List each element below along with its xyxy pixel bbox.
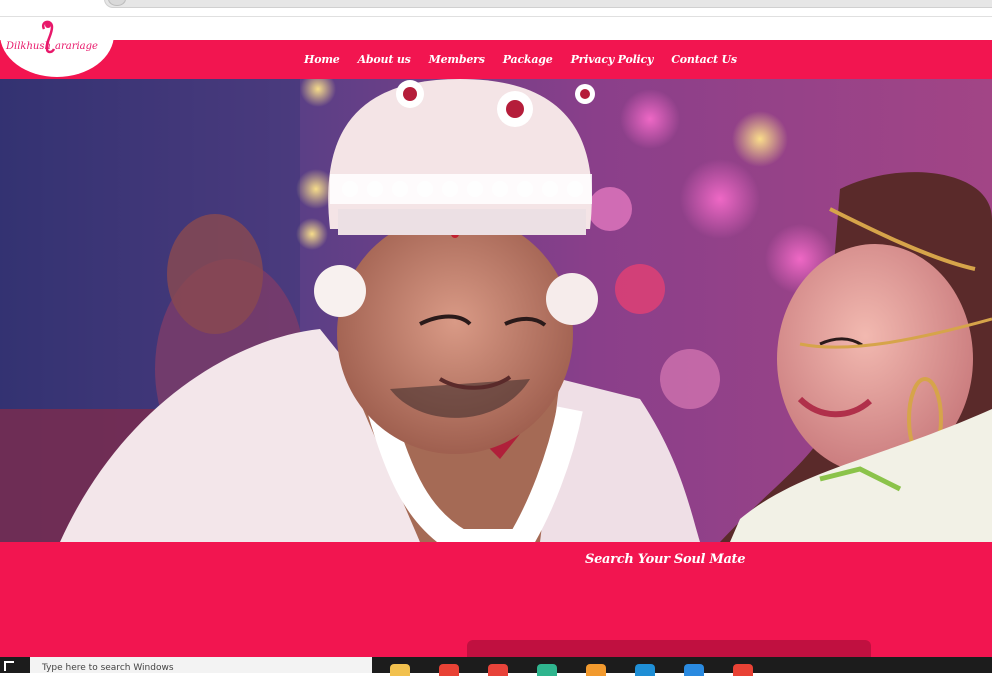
- nav-contact-us[interactable]: Contact Us: [671, 53, 737, 66]
- search-section: Search Your Soul Mate: [0, 542, 992, 670]
- logo-graphic: Dilkhush arariage: [5, 20, 98, 54]
- chrome-icon[interactable]: [719, 657, 768, 676]
- taskbar-apps: [376, 657, 768, 676]
- site-logo[interactable]: Dilkhush arariage: [0, 17, 114, 77]
- taskbar-search-input[interactable]: Type here to search Windows: [30, 657, 372, 673]
- browser-icon[interactable]: [621, 657, 670, 676]
- wedding-couple-photo: [0, 79, 992, 542]
- nav-menu: Home About us Members Package Privacy Po…: [304, 40, 755, 79]
- nav-members[interactable]: Members: [429, 53, 485, 66]
- top-navigation: Home About us Members Package Privacy Po…: [0, 40, 992, 79]
- browser-chrome: [0, 0, 992, 14]
- edge-icon[interactable]: [523, 657, 572, 676]
- chrome-icon[interactable]: [425, 657, 474, 676]
- windows-logo-icon: [4, 661, 14, 671]
- svg-text:Dilkhush: Dilkhush: [5, 41, 51, 52]
- office-icon[interactable]: [474, 657, 523, 676]
- search-title: Search Your Soul Mate: [585, 552, 746, 567]
- address-bar[interactable]: [104, 0, 992, 8]
- store-icon[interactable]: [572, 657, 621, 676]
- svg-text:arariage: arariage: [55, 41, 98, 52]
- hero-banner: [0, 79, 992, 542]
- taskbar: Type here to search Windows: [0, 657, 992, 676]
- nav-home[interactable]: Home: [304, 53, 340, 66]
- browser-divider: [0, 16, 992, 17]
- nav-about-us[interactable]: About us: [358, 53, 411, 66]
- file-explorer-icon[interactable]: [376, 657, 425, 676]
- nav-privacy-policy[interactable]: Privacy Policy: [571, 53, 654, 66]
- nav-package[interactable]: Package: [503, 53, 553, 66]
- vscode-icon[interactable]: [670, 657, 719, 676]
- windows-start-button[interactable]: [0, 657, 28, 673]
